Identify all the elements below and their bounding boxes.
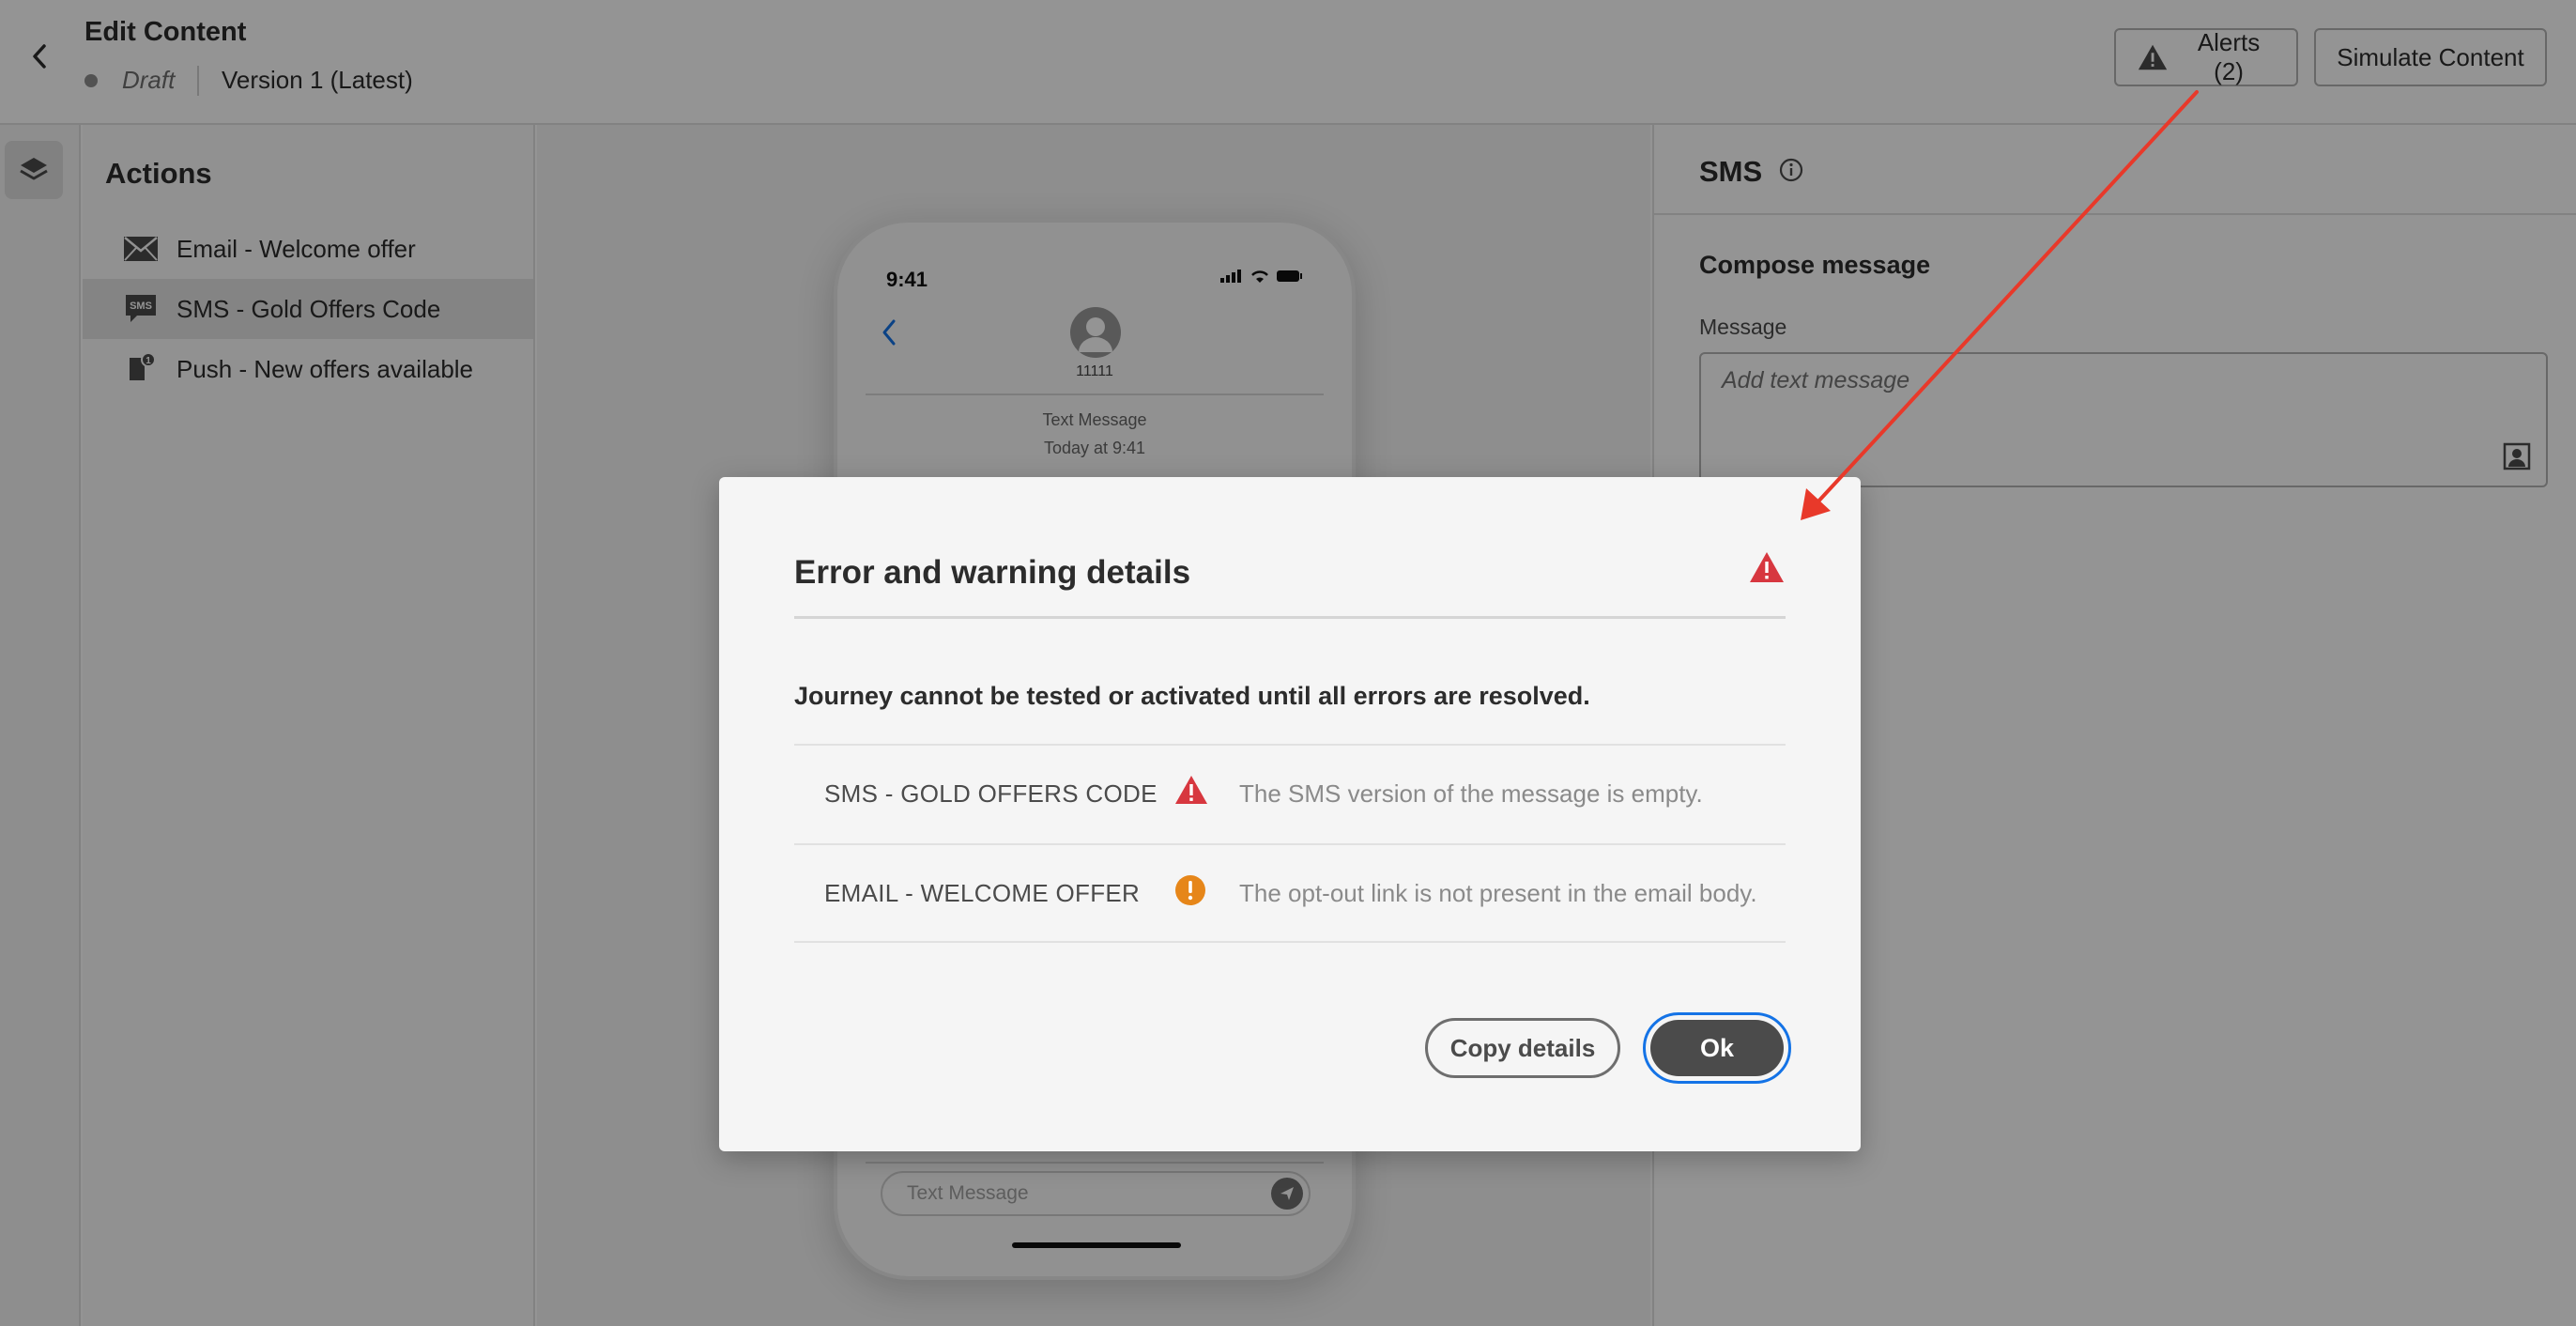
error-message: The SMS version of the message is empty. — [1239, 779, 1703, 808]
warning-action-name: EMAIL - WELCOME OFFER — [824, 879, 1141, 907]
error-warning-dialog: Error and warning details Journey cannot… — [719, 477, 1861, 1151]
dialog-divider — [794, 616, 1786, 619]
dialog-title: Error and warning details — [794, 554, 1191, 591]
warning-message: The opt-out link is not present in the e… — [1239, 879, 1757, 907]
error-icon — [1173, 774, 1209, 810]
warning-row: EMAIL - WELCOME OFFER The opt-out link i… — [794, 843, 1786, 943]
dialog-subtitle: Journey cannot be tested or activated un… — [794, 682, 1590, 710]
warning-icon — [1173, 873, 1207, 912]
ok-button[interactable]: Ok — [1650, 1020, 1784, 1076]
error-action-name: SMS - GOLD OFFERS CODE — [824, 779, 1158, 808]
copy-details-button[interactable]: Copy details — [1425, 1018, 1620, 1078]
alert-icon — [1748, 550, 1786, 589]
error-row: SMS - GOLD OFFERS CODE The SMS version o… — [794, 744, 1786, 843]
